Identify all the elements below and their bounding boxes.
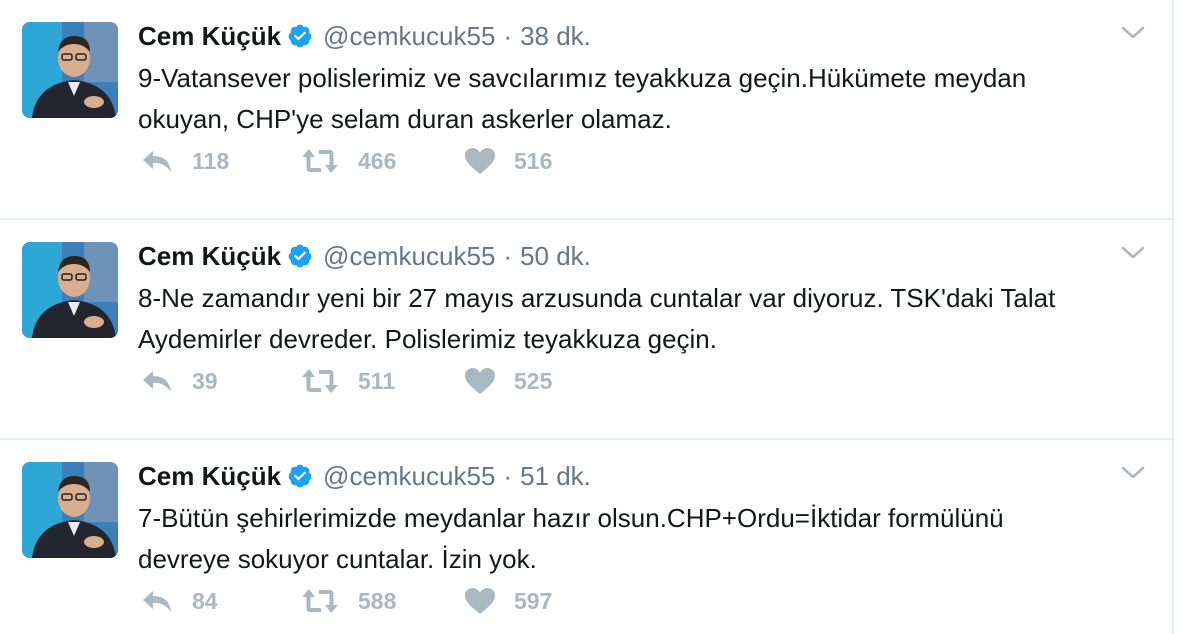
tweet-text-line: okuyan, CHP'ye selam duran askerler olam… bbox=[138, 104, 672, 134]
tweet-timestamp[interactable]: 38 dk. bbox=[520, 21, 591, 52]
tweet-text-line: 7-Bütün şehirlerimizde meydanlar hazır o… bbox=[138, 503, 1004, 533]
tweet-text-line: 8-Ne zamandır yeni bir 27 mayıs arzusund… bbox=[138, 283, 1056, 313]
retweet-button[interactable]: 511 bbox=[300, 364, 464, 398]
retweet-icon bbox=[302, 149, 338, 173]
tweet-text-line: 9-Vatansever polislerimiz ve savcılarımı… bbox=[138, 63, 1027, 93]
tweet[interactable]: Cem Küçük @cemkucuk55 · 50 dk. 8-Ne zama… bbox=[0, 220, 1172, 440]
tweet-header: Cem Küçük @cemkucuk55 · 38 dk. bbox=[138, 18, 591, 54]
like-count: 597 bbox=[514, 587, 553, 614]
retweet-count: 466 bbox=[358, 147, 397, 174]
reply-icon bbox=[143, 151, 171, 172]
heart-icon bbox=[465, 368, 495, 394]
tweet-actions: 84 588 597 bbox=[140, 584, 624, 618]
like-count: 525 bbox=[514, 367, 553, 394]
separator-dot: · bbox=[503, 240, 513, 271]
user-fullname[interactable]: Cem Küçük bbox=[138, 461, 281, 492]
verified-badge-icon bbox=[287, 243, 313, 269]
retweet-count: 511 bbox=[358, 367, 396, 394]
retweet-button[interactable]: 588 bbox=[300, 584, 464, 618]
tweet-text-line: Aydemirler devreder. Polislerimiz teyakk… bbox=[138, 324, 717, 354]
reply-count: 84 bbox=[192, 587, 218, 614]
like-button[interactable]: 516 bbox=[464, 144, 624, 178]
tweet[interactable]: Cem Küçük @cemkucuk55 · 38 dk. 9-Vatanse… bbox=[0, 0, 1172, 220]
avatar[interactable] bbox=[22, 242, 118, 338]
verified-badge-icon bbox=[287, 463, 313, 489]
reply-count: 118 bbox=[192, 147, 230, 174]
like-button[interactable]: 597 bbox=[464, 584, 624, 618]
reply-icon bbox=[143, 371, 171, 392]
verified-badge-icon bbox=[287, 23, 313, 49]
chevron-down-icon[interactable] bbox=[1120, 242, 1146, 264]
like-count: 516 bbox=[514, 147, 553, 174]
avatar[interactable] bbox=[22, 22, 118, 118]
avatar-image bbox=[22, 462, 118, 558]
chevron-down-icon[interactable] bbox=[1120, 462, 1146, 484]
heart-icon bbox=[465, 148, 495, 174]
tweet-text: 7-Bütün şehirlerimizde meydanlar hazır o… bbox=[138, 498, 1138, 580]
timeline-right-border bbox=[1172, 0, 1174, 634]
separator-dot: · bbox=[503, 20, 513, 51]
reply-count: 39 bbox=[192, 367, 218, 394]
tweet-header: Cem Küçük @cemkucuk55 · 50 dk. bbox=[138, 238, 591, 274]
tweet-header: Cem Küçük @cemkucuk55 · 51 dk. bbox=[138, 458, 591, 494]
user-handle[interactable]: @cemkucuk55 bbox=[323, 461, 495, 492]
reply-icon bbox=[143, 591, 171, 612]
heart-icon bbox=[465, 588, 495, 614]
chevron-down-icon[interactable] bbox=[1120, 22, 1146, 44]
tweet-text-line: devreye sokuyor cuntalar. İzin yok. bbox=[138, 544, 537, 574]
like-button[interactable]: 525 bbox=[464, 364, 624, 398]
avatar[interactable] bbox=[22, 462, 118, 558]
tweet-actions: 118 466 516 bbox=[140, 144, 624, 178]
user-fullname[interactable]: Cem Küçük bbox=[138, 241, 281, 272]
separator-dot: · bbox=[503, 460, 513, 491]
tweet-actions: 39 511 525 bbox=[140, 364, 624, 398]
user-fullname[interactable]: Cem Küçük bbox=[138, 21, 281, 52]
tweet-text: 9-Vatansever polislerimiz ve savcılarımı… bbox=[138, 58, 1138, 140]
user-handle[interactable]: @cemkucuk55 bbox=[323, 241, 495, 272]
reply-button[interactable]: 84 bbox=[140, 584, 300, 618]
user-handle[interactable]: @cemkucuk55 bbox=[323, 21, 495, 52]
tweet-text: 8-Ne zamandır yeni bir 27 mayıs arzusund… bbox=[138, 278, 1138, 360]
tweet[interactable]: Cem Küçük @cemkucuk55 · 51 dk. 7-Bütün ş… bbox=[0, 440, 1172, 634]
tweet-timestamp[interactable]: 50 dk. bbox=[520, 241, 591, 272]
retweet-button[interactable]: 466 bbox=[300, 144, 464, 178]
tweet-timestamp[interactable]: 51 dk. bbox=[520, 461, 591, 492]
retweet-count: 588 bbox=[358, 587, 397, 614]
avatar-image bbox=[22, 22, 118, 118]
reply-button[interactable]: 39 bbox=[140, 364, 300, 398]
retweet-icon bbox=[302, 589, 338, 613]
retweet-icon bbox=[302, 369, 338, 393]
reply-button[interactable]: 118 bbox=[140, 144, 300, 178]
avatar-image bbox=[22, 242, 118, 338]
